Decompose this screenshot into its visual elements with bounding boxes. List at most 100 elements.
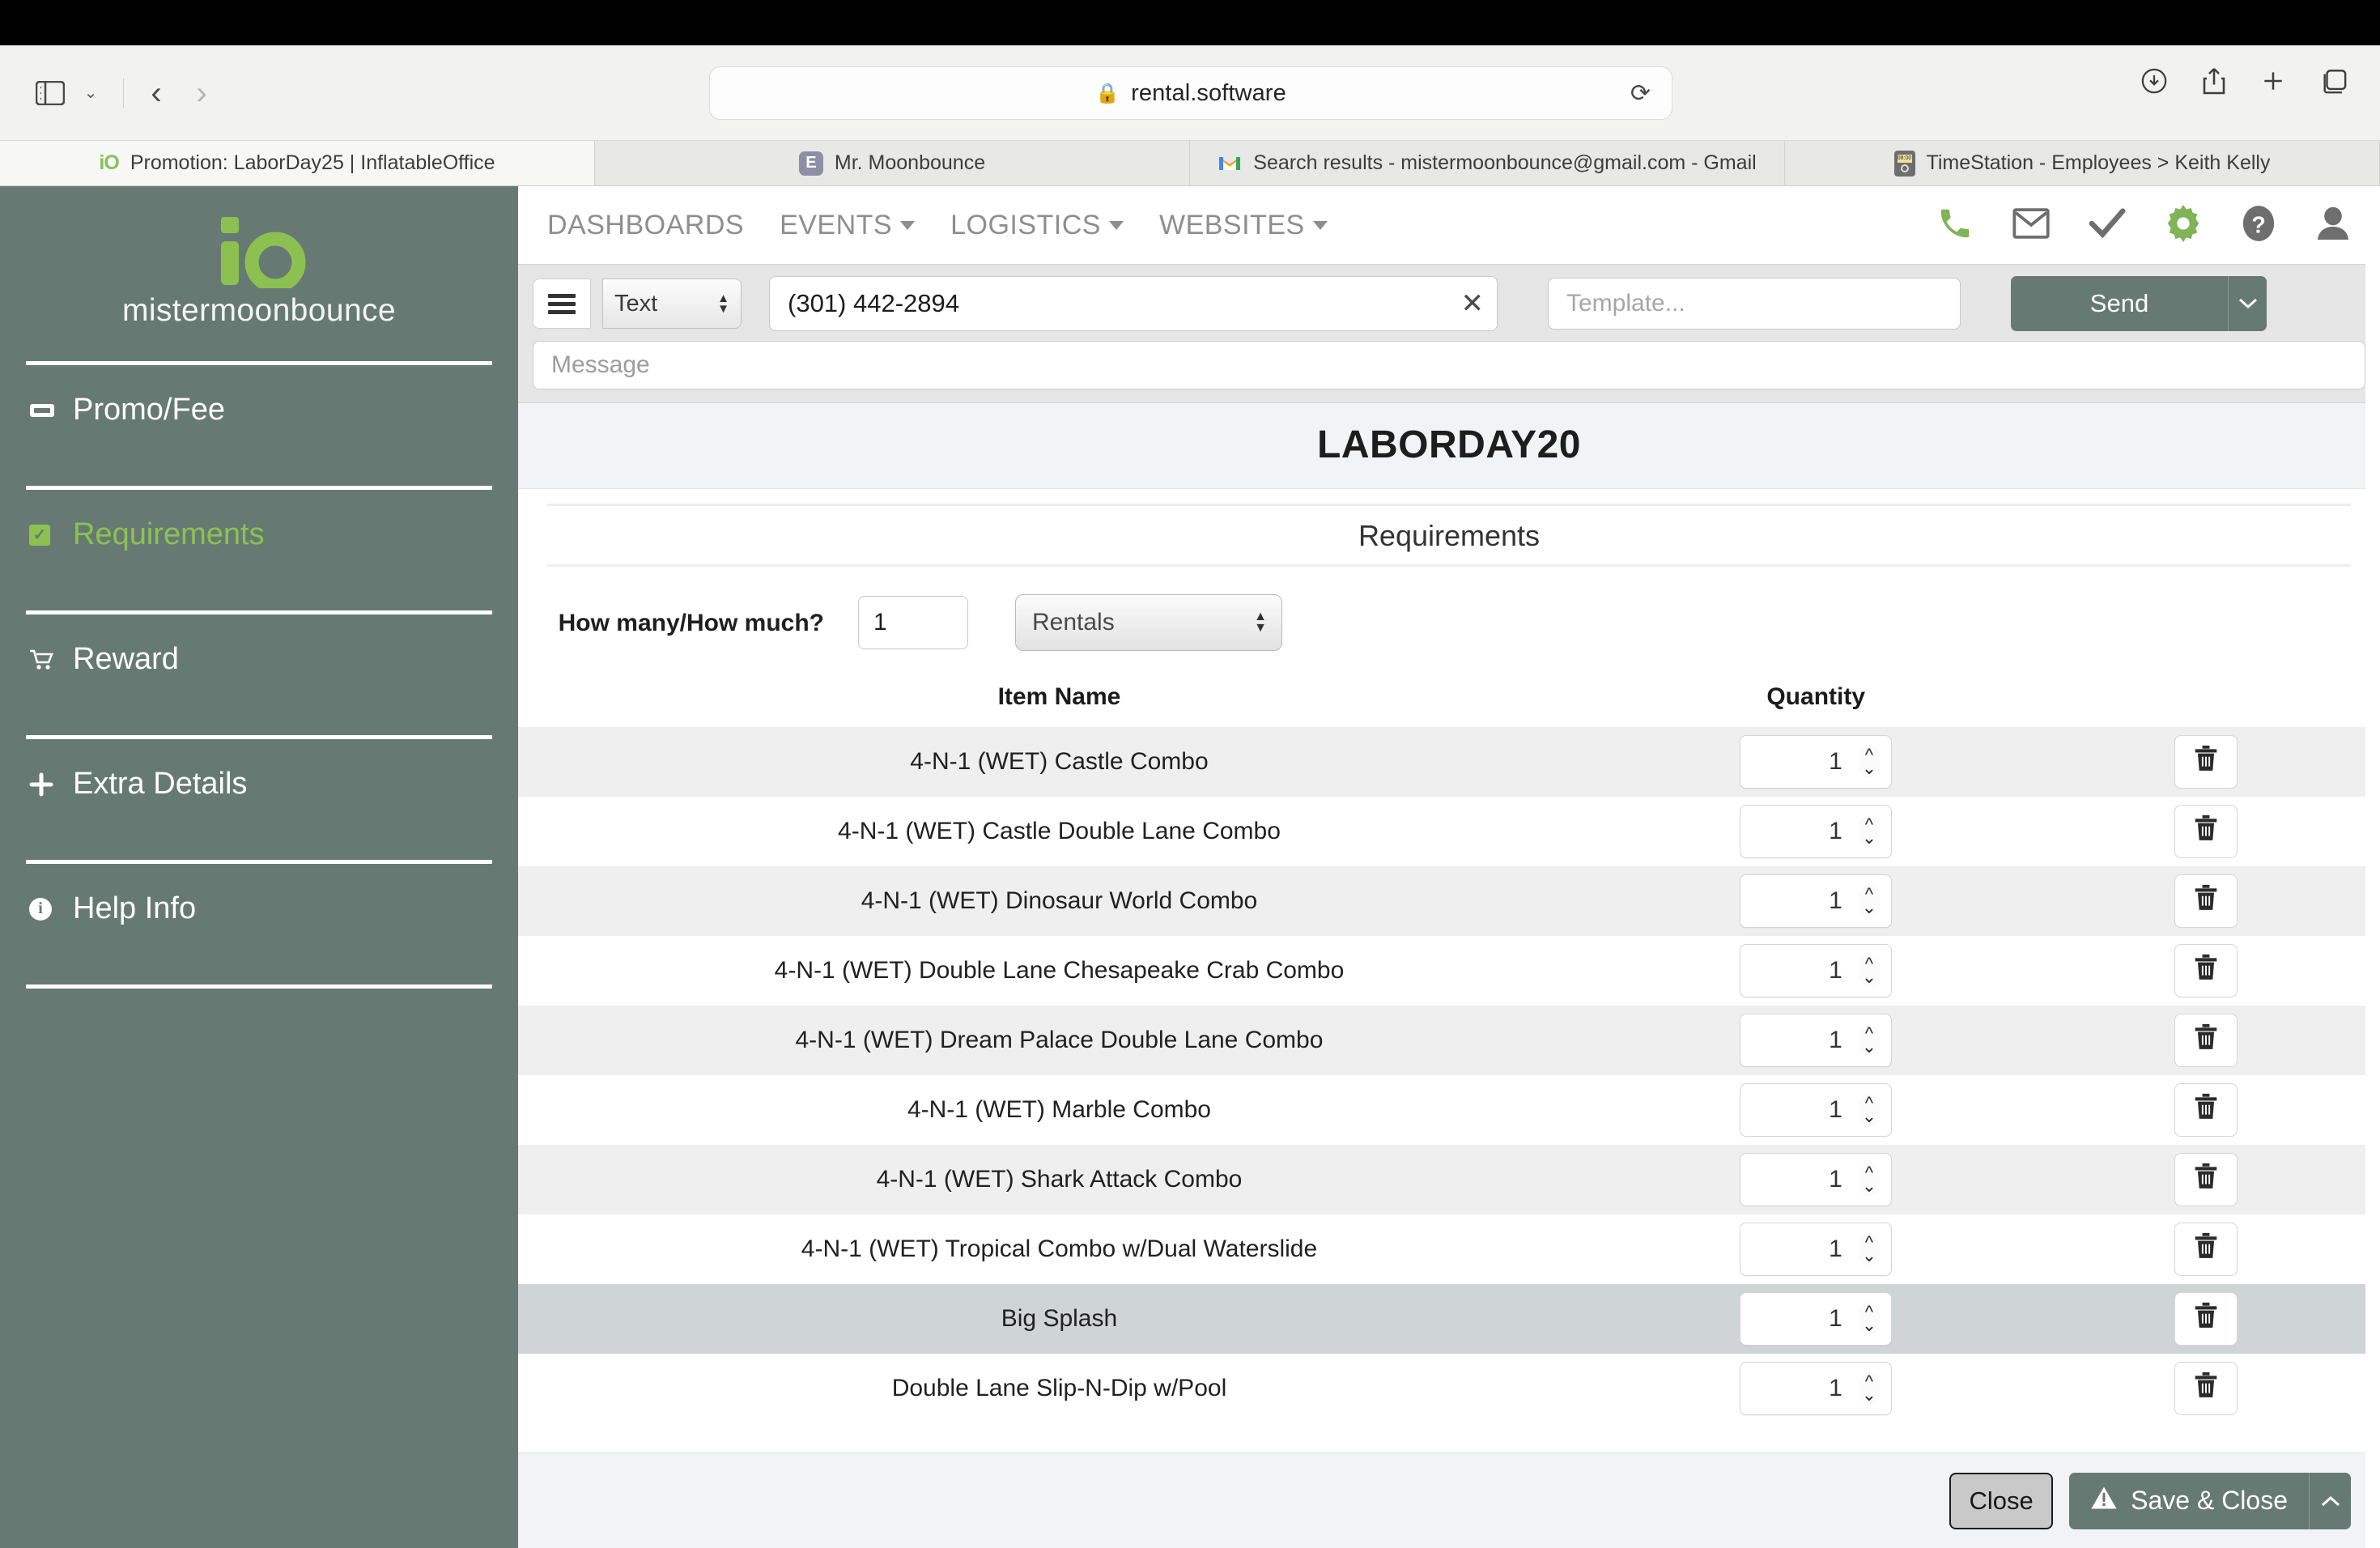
stepper-arrows-icon[interactable]: ^ ⌄ xyxy=(1858,1094,1881,1126)
browser-tab[interactable]: iO Promotion: LaborDay25 | InflatableOff… xyxy=(0,141,595,185)
recipient-phone-input[interactable]: (301) 442-2894 ✕ xyxy=(769,276,1498,331)
sidebar-item-requirements[interactable]: ✓ Requirements xyxy=(0,490,518,578)
send-button[interactable]: Send xyxy=(2011,276,2228,331)
quantity-stepper[interactable]: 1 ^ ⌄ xyxy=(1740,805,1893,858)
help-icon[interactable]: ? xyxy=(2241,205,2276,246)
stepper-arrows-icon[interactable]: ^ ⌄ xyxy=(1858,815,1881,848)
table-row[interactable]: 4-N-1 (WET) Castle Combo 1 ^ ⌄ xyxy=(518,727,2380,797)
stepper-arrows-icon[interactable]: ^ ⌄ xyxy=(1858,1372,1881,1405)
delete-row-button[interactable] xyxy=(2174,1223,2238,1276)
quantity-stepper[interactable]: 1 ^ ⌄ xyxy=(1740,1362,1893,1415)
quantity-stepper[interactable]: 1 ^ ⌄ xyxy=(1740,1153,1893,1206)
trash-icon xyxy=(2194,954,2218,988)
forward-chevron-icon[interactable]: › xyxy=(179,70,224,116)
quantity-stepper[interactable]: 1 ^ ⌄ xyxy=(1740,735,1893,789)
stepper-arrows-icon[interactable]: ^ ⌄ xyxy=(1858,955,1881,987)
nav-logistics[interactable]: LOGISTICS xyxy=(950,210,1124,241)
send-dropdown-button[interactable] xyxy=(2228,276,2267,331)
delete-row-button[interactable] xyxy=(2174,1362,2238,1415)
delete-row-button[interactable] xyxy=(2174,735,2238,789)
check-icon[interactable] xyxy=(2089,207,2126,244)
nav-websites[interactable]: WEBSITES xyxy=(1159,210,1328,241)
message-type-select[interactable]: Text ▲ ▼ xyxy=(602,279,742,329)
table-row[interactable]: 4-N-1 (WET) Tropical Combo w/Dual Waters… xyxy=(518,1214,2380,1284)
close-x-icon[interactable]: ✕ xyxy=(1461,287,1485,320)
delete-row-button[interactable] xyxy=(2174,1292,2238,1346)
stepper-arrows-icon[interactable]: ^ ⌄ xyxy=(1858,1303,1881,1335)
delete-row-button[interactable] xyxy=(2174,1083,2238,1137)
sidebar-toggle-icon[interactable] xyxy=(28,70,73,116)
brand-block: mistermoonbounce xyxy=(0,186,518,329)
trash-icon xyxy=(2194,1372,2218,1406)
delete-row-button[interactable] xyxy=(2174,944,2238,997)
gear-icon[interactable] xyxy=(2165,204,2202,246)
stepper-arrows-icon[interactable]: ^ ⌄ xyxy=(1858,1024,1881,1057)
table-row[interactable]: 4-N-1 (WET) Shark Attack Combo 1 ^ ⌄ xyxy=(518,1145,2380,1214)
browser-tab[interactable]: Search results - mistermoonbounce@gmail.… xyxy=(1190,141,1785,185)
table-row[interactable]: Double Lane Slip-N-Dip w/Pool 1 ^ ⌄ xyxy=(518,1354,2380,1423)
delete-cell xyxy=(2031,866,2380,936)
quantity-stepper[interactable]: 1 ^ ⌄ xyxy=(1740,1083,1893,1137)
sidebar-item-help-info[interactable]: i Help Info xyxy=(0,864,518,952)
envelope-icon[interactable] xyxy=(2012,207,2050,244)
table-row[interactable]: 4-N-1 (WET) Dinosaur World Combo 1 ^ ⌄ xyxy=(518,866,2380,936)
plus-icon[interactable] xyxy=(2260,68,2286,94)
sidebar-item-extra-details[interactable]: Extra Details xyxy=(0,739,518,827)
category-select[interactable]: Rentals ▲ ▼ xyxy=(1015,594,1282,651)
user-icon[interactable] xyxy=(2315,206,2351,245)
table-row[interactable]: Big Splash 1 ^ ⌄ xyxy=(518,1284,2380,1354)
back-chevron-icon[interactable]: ‹ xyxy=(134,70,179,116)
save-dropdown-button[interactable] xyxy=(2309,1472,2351,1529)
nav-dashboards[interactable]: DASHBOARDS xyxy=(547,210,744,241)
delete-row-button[interactable] xyxy=(2174,1153,2238,1206)
tab-overview-icon[interactable] xyxy=(2320,68,2348,94)
how-many-input[interactable]: 1 xyxy=(858,596,968,649)
delete-row-button[interactable] xyxy=(2174,805,2238,858)
table-row[interactable]: 4-N-1 (WET) Dream Palace Double Lane Com… xyxy=(518,1006,2380,1075)
table-row[interactable]: 4-N-1 (WET) Marble Combo 1 ^ ⌄ xyxy=(518,1075,2380,1145)
tab-title: Search results - mistermoonbounce@gmail.… xyxy=(1253,151,1757,174)
item-name-cell: 4-N-1 (WET) Tropical Combo w/Dual Waters… xyxy=(801,1235,1318,1262)
table-row[interactable]: 4-N-1 (WET) Double Lane Chesapeake Crab … xyxy=(518,936,2380,1006)
sidebar-item-label: Promo/Fee xyxy=(73,393,225,427)
stepper-arrows-icon: ▲ ▼ xyxy=(1254,609,1267,635)
hamburger-icon[interactable] xyxy=(533,279,591,329)
message-input[interactable]: Message xyxy=(533,341,2365,389)
trash-icon xyxy=(2194,884,2218,918)
quantity-stepper[interactable]: 1 ^ ⌄ xyxy=(1740,944,1893,997)
quantity-value: 1 xyxy=(1829,887,1842,914)
delete-row-button[interactable] xyxy=(2174,1014,2238,1067)
browser-tab[interactable]: 08:00 TimeStation - Employees > Keith Ke… xyxy=(1785,141,2380,185)
address-bar[interactable]: 🔒 rental.software ⟳ xyxy=(709,66,1672,120)
quantity-stepper[interactable]: 1 ^ ⌄ xyxy=(1740,1014,1893,1067)
quantity-cell: 1 ^ ⌄ xyxy=(1600,1214,2032,1284)
stepper-arrows-icon[interactable]: ^ ⌄ xyxy=(1858,1233,1881,1265)
stepper-arrows-icon[interactable]: ^ ⌄ xyxy=(1858,885,1881,917)
sidebar-item-promo-fee[interactable]: Promo/Fee xyxy=(0,365,518,453)
table-row[interactable]: 4-N-1 (WET) Castle Double Lane Combo 1 ^ ⌄ xyxy=(518,797,2380,866)
sidebar-item-reward[interactable]: Reward xyxy=(0,615,518,703)
chevron-down-icon[interactable]: ⌄ xyxy=(68,70,113,116)
trash-icon xyxy=(2194,1302,2218,1336)
stepper-arrows-icon[interactable]: ^ ⌄ xyxy=(1858,746,1881,778)
reload-icon[interactable]: ⟳ xyxy=(1630,79,1651,108)
right-gutter xyxy=(2365,186,2380,1548)
stepper-arrows-icon[interactable]: ^ ⌄ xyxy=(1858,1163,1881,1196)
nav-label: EVENTS xyxy=(780,209,893,240)
how-many-label: How many/How much? xyxy=(558,609,824,636)
template-input[interactable]: Template... xyxy=(1548,278,1961,330)
close-button[interactable]: Close xyxy=(1949,1472,2054,1529)
tab-title: Mr. Moonbounce xyxy=(834,151,986,174)
item-name-cell: 4-N-1 (WET) Double Lane Chesapeake Crab … xyxy=(774,957,1345,984)
quantity-stepper[interactable]: 1 ^ ⌄ xyxy=(1740,874,1893,928)
delete-row-button[interactable] xyxy=(2174,874,2238,928)
browser-tab[interactable]: E Mr. Moonbounce xyxy=(595,141,1190,185)
phone-icon[interactable] xyxy=(1936,205,1974,246)
quantity-stepper[interactable]: 1 ^ ⌄ xyxy=(1740,1292,1893,1346)
downloads-icon[interactable] xyxy=(2140,67,2168,95)
save-and-close-button[interactable]: Save & Close xyxy=(2069,1472,2309,1529)
tab-title: Promotion: LaborDay25 | InflatableOffice xyxy=(130,151,495,174)
quantity-stepper[interactable]: 1 ^ ⌄ xyxy=(1740,1223,1893,1276)
share-icon[interactable] xyxy=(2202,66,2226,96)
nav-events[interactable]: EVENTS xyxy=(780,209,916,241)
